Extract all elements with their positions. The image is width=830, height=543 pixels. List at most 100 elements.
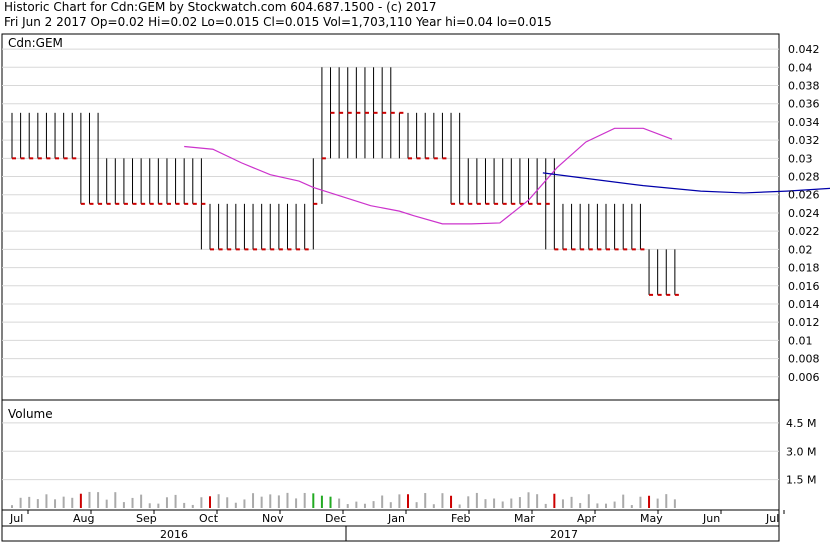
volume-bar: [407, 494, 409, 508]
price-tick-label: 0.032: [788, 134, 820, 147]
volume-bar: [613, 501, 616, 508]
volume-bar: [54, 499, 57, 508]
volume-bar: [11, 505, 13, 508]
volume-bar: [312, 493, 315, 508]
month-label: Nov: [262, 512, 284, 525]
price-tick-label: 0.028: [788, 171, 820, 184]
volume-axis-labels: 4.5 M 3.0 M 1.5 M: [786, 417, 816, 487]
volume-bar: [105, 499, 108, 508]
volume-bar: [338, 498, 341, 508]
volume-bar: [415, 502, 418, 508]
volume-bar: [131, 497, 134, 508]
price-tick-label: 0.018: [788, 262, 820, 275]
price-tick-label: 0.014: [788, 298, 820, 311]
volume-bar: [303, 492, 306, 508]
volume-bar: [346, 504, 349, 508]
year-label: 2016: [160, 528, 188, 541]
price-tick-label: 0.008: [788, 353, 820, 366]
month-label: Oct: [199, 512, 219, 525]
volume-bar: [191, 504, 194, 508]
volume-bar: [587, 494, 590, 508]
volume-bar: [398, 494, 401, 508]
month-label: Apr: [577, 512, 597, 525]
month-label: Feb: [451, 512, 470, 525]
volume-bar: [174, 494, 177, 508]
year-axis-labels: 2016 2017: [160, 528, 578, 541]
month-label: May: [640, 512, 663, 525]
volume-bar: [260, 496, 263, 508]
volume-bar: [424, 493, 427, 508]
month-label: Dec: [325, 512, 346, 525]
volume-bar: [630, 505, 633, 508]
price-tick-label: 0.026: [788, 189, 820, 202]
volume-bar: [536, 494, 539, 508]
volume-bar: [363, 503, 366, 508]
volume-tick-label: 4.5 M: [786, 417, 816, 430]
volume-bar: [329, 496, 332, 508]
price-tick-label: 0.016: [788, 280, 820, 293]
volume-bar: [527, 492, 530, 508]
volume-bar: [518, 497, 521, 508]
volume-bar: [544, 503, 547, 508]
volume-label: Volume: [8, 407, 53, 421]
volume-bar: [381, 495, 384, 508]
volume-bar: [217, 494, 220, 508]
volume-bar: [97, 492, 100, 508]
long-moving-average-line: [542, 172, 830, 194]
volume-bar: [372, 501, 375, 508]
volume-bar: [501, 501, 504, 508]
price-bars: [11, 67, 679, 296]
month-label: Sep: [136, 512, 157, 525]
volume-bar: [493, 498, 496, 508]
volume-bar: [295, 498, 298, 508]
volume-bar: [510, 498, 513, 508]
volume-bar: [579, 503, 582, 508]
volume-bar: [458, 504, 461, 508]
price-tick-label: 0.024: [788, 207, 820, 220]
volume-bar: [252, 493, 255, 508]
volume-bar: [226, 497, 229, 508]
volume-bar: [484, 499, 487, 508]
month-label: Jun: [702, 512, 720, 525]
volume-bar: [467, 496, 470, 508]
volume-bar: [656, 498, 659, 508]
month-label: Jan: [387, 512, 405, 525]
volume-bar: [45, 494, 48, 508]
volume-bar: [122, 502, 125, 508]
symbol-label: Cdn:GEM: [8, 36, 63, 50]
volume-bar: [243, 499, 246, 508]
volume-bar: [596, 503, 599, 508]
volume-bar: [165, 497, 168, 508]
stock-chart: Cdn:GEM Volume 0.0420.040.0380.0360.0340…: [1, 33, 830, 542]
price-tick-label: 0.01: [788, 334, 813, 347]
price-axis-labels: 0.042 0.04 0.038 0.036 0.034 0.032 0.03 0.028 0.…: [788, 43, 820, 384]
volume-panel-frame: [1, 399, 780, 511]
price-tick-label: 0.034: [788, 116, 820, 129]
price-tick-label: 0.04: [788, 61, 813, 74]
volume-bar: [71, 497, 74, 508]
volume-bar: [389, 502, 392, 508]
price-tick-label: 0.036: [788, 98, 820, 111]
volume-bar: [639, 496, 642, 508]
volume-bar: [355, 501, 358, 508]
volume-bar: [622, 494, 625, 508]
volume-bar: [561, 499, 564, 508]
volume-tick-label: 1.5 M: [786, 474, 816, 487]
volume-bar: [28, 496, 31, 508]
volume-bar: [553, 493, 556, 508]
year-label: 2017: [550, 528, 578, 541]
month-label: Jul: [765, 512, 779, 525]
price-tick-label: 0.042: [788, 43, 820, 56]
volume-bar: [665, 494, 668, 508]
volume-bar: [320, 495, 323, 508]
volume-bar: [36, 499, 39, 508]
volume-bar: [648, 495, 651, 508]
volume-bars: [11, 491, 676, 508]
volume-bar: [62, 496, 65, 508]
volume-bar: [286, 492, 289, 508]
price-tick-label: 0.022: [788, 225, 820, 238]
volume-bar: [19, 497, 22, 508]
price-tick-label: 0.03: [788, 152, 813, 165]
volume-bar: [441, 493, 444, 508]
volume-bar: [673, 499, 676, 508]
